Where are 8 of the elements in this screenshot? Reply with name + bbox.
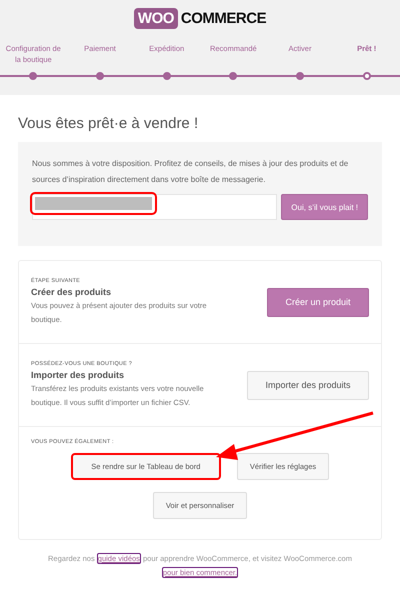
logo-wordmark: COMMERCE (180, 10, 266, 27)
section-heading: Créer des produits (31, 286, 112, 296)
section-heading: Importer des produits (31, 370, 126, 380)
logo-badge: WOO (134, 8, 178, 29)
newsletter-text: Nous sommes à votre disposition. Profitez de conseils, de mises à jour des produits et de sources d’inspiration directement dans votre boîte de messagerie. (32, 158, 350, 186)
page-title: Vous êtes prêt·e à vendre ! (18, 115, 200, 132)
email-field[interactable] (32, 194, 278, 220)
action-button[interactable]: Importer des produits (247, 370, 369, 400)
